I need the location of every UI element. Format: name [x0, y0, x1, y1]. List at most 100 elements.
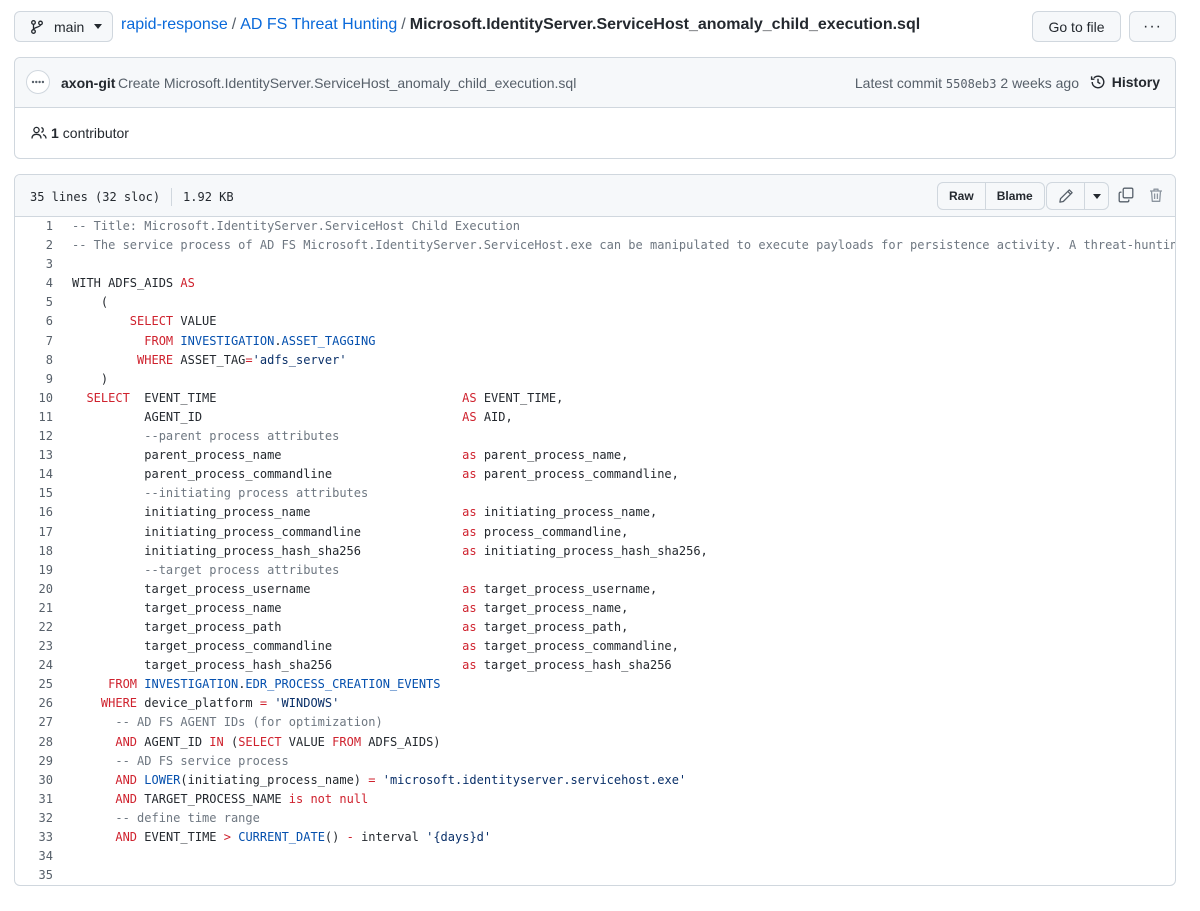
- edit-file-button[interactable]: [1047, 183, 1084, 209]
- blame-button[interactable]: Blame: [984, 183, 1044, 209]
- line-number[interactable]: 1: [15, 217, 53, 236]
- line-number[interactable]: 24: [15, 656, 53, 675]
- line-number[interactable]: 4: [15, 274, 53, 293]
- line-number[interactable]: 10: [15, 389, 53, 408]
- line-number[interactable]: 28: [15, 733, 53, 752]
- breadcrumb-repo-link[interactable]: rapid-response: [121, 16, 228, 33]
- code-line: 10 SELECT EVENT_TIME AS EVENT_TIME,: [15, 389, 1175, 408]
- code-token: target_process_path: [72, 619, 463, 634]
- line-content: WHERE device_platform = 'WINDOWS': [53, 694, 339, 713]
- code-token: parent_process_commandline: [72, 467, 463, 482]
- line-number[interactable]: 21: [15, 599, 53, 618]
- file-size: 1.92 KB: [183, 190, 234, 204]
- git-branch-icon: [29, 19, 45, 35]
- latest-commit-label: Latest commit: [854, 75, 943, 91]
- code-line: 24 target_process_hash_sha256 as target_…: [15, 656, 1175, 675]
- code-token: AS: [180, 276, 195, 291]
- line-number[interactable]: 8: [15, 351, 53, 370]
- line-number[interactable]: 26: [15, 694, 53, 713]
- commit-message-link[interactable]: Create Microsoft.IdentityServer.ServiceH…: [118, 75, 576, 91]
- code-token: INVESTIGATION: [180, 333, 275, 348]
- code-line: 8 WHERE ASSET_TAG='adfs_server': [15, 351, 1175, 370]
- people-icon: [31, 126, 47, 139]
- line-number[interactable]: 22: [15, 618, 53, 637]
- contributors-summary[interactable]: 1 contributor: [31, 125, 129, 141]
- branch-name: main: [54, 18, 85, 35]
- file-info: 35 lines (32 sloc) 1.92 KB: [30, 188, 234, 206]
- code-line: 20 target_process_username as target_pro…: [15, 580, 1175, 599]
- line-number[interactable]: 15: [15, 484, 53, 503]
- line-number[interactable]: 13: [15, 446, 53, 465]
- code-token: IN: [209, 734, 224, 749]
- line-content: initiating_process_commandline as proces…: [53, 523, 628, 542]
- line-content: [53, 255, 72, 274]
- commit-author-link[interactable]: axon-git: [61, 75, 115, 91]
- line-number[interactable]: 9: [15, 370, 53, 389]
- line-number[interactable]: 18: [15, 542, 53, 561]
- line-number[interactable]: 32: [15, 809, 53, 828]
- breadcrumb-folder-link[interactable]: AD FS Threat Hunting: [240, 16, 397, 33]
- line-number[interactable]: 20: [15, 580, 53, 599]
- line-number[interactable]: 16: [15, 503, 53, 522]
- avatar[interactable]: [26, 70, 50, 94]
- history-label: History: [1111, 74, 1160, 90]
- copy-icon[interactable]: [1118, 187, 1134, 208]
- code-line: 21 target_process_name as target_process…: [15, 599, 1175, 618]
- raw-button[interactable]: Raw: [938, 183, 985, 209]
- commit-sha-link[interactable]: 5508eb3: [946, 77, 997, 91]
- file-line-count: 35 lines (32 sloc): [30, 190, 161, 204]
- code-token: as: [462, 600, 477, 615]
- line-number[interactable]: 11: [15, 408, 53, 427]
- line-number[interactable]: 27: [15, 713, 53, 732]
- more-options-button[interactable]: ···: [1129, 11, 1176, 42]
- line-number[interactable]: 34: [15, 847, 53, 866]
- line-number[interactable]: 35: [15, 866, 53, 885]
- line-number[interactable]: 29: [15, 752, 53, 771]
- line-content: [53, 847, 72, 866]
- code-line: 13 parent_process_name as parent_process…: [15, 446, 1175, 465]
- edit-options-dropdown[interactable]: [1084, 183, 1108, 209]
- branch-selector-button[interactable]: main: [14, 11, 113, 42]
- code-token: 'microsoft.identityserver.servicehost.ex…: [382, 772, 687, 787]
- code-token: as: [462, 524, 477, 539]
- code-token: initiating_process_name,: [476, 505, 658, 520]
- chevron-down-icon: [1092, 193, 1101, 199]
- code-token: initiating_process_name: [72, 505, 463, 520]
- code-token: AGENT_ID: [137, 734, 210, 749]
- history-link[interactable]: History: [1090, 74, 1160, 90]
- line-number[interactable]: 6: [15, 312, 53, 331]
- code-token: FROM: [108, 677, 138, 692]
- code-table: 1 -- Title: Microsoft.IdentityServer.Serv…: [15, 217, 1175, 885]
- code-token: (: [223, 734, 239, 749]
- line-number[interactable]: 33: [15, 828, 53, 847]
- line-number[interactable]: 30: [15, 771, 53, 790]
- code-line: 23 target_process_commandline as target_…: [15, 637, 1175, 656]
- code-token: AS: [462, 390, 477, 405]
- line-content: WITH ADFS_AIDS AS: [53, 274, 195, 293]
- line-number[interactable]: 31: [15, 790, 53, 809]
- line-content: FROM INVESTIGATION.ASSET_TAGGING: [53, 332, 375, 351]
- go-to-file-button[interactable]: Go to file: [1032, 11, 1121, 42]
- code-token: AID,: [476, 409, 513, 424]
- line-number[interactable]: 12: [15, 427, 53, 446]
- line-number[interactable]: 2: [15, 236, 53, 255]
- line-number[interactable]: 17: [15, 523, 53, 542]
- line-number[interactable]: 14: [15, 465, 53, 484]
- line-number[interactable]: 3: [15, 255, 53, 274]
- code-token: =: [259, 696, 268, 711]
- line-number[interactable]: 19: [15, 561, 53, 580]
- line-number[interactable]: 5: [15, 293, 53, 312]
- code-token: interval: [353, 830, 427, 844]
- line-content: SELECT EVENT_TIME AS EVENT_TIME,: [53, 389, 563, 408]
- line-number[interactable]: 7: [15, 332, 53, 351]
- line-number[interactable]: 23: [15, 637, 53, 656]
- line-content: initiating_process_hash_sha256 as initia…: [53, 542, 708, 561]
- trash-icon[interactable]: [1148, 187, 1164, 208]
- code-token: ASSET_TAG: [173, 352, 246, 367]
- chevron-down-icon: [94, 24, 103, 29]
- code-line: 4 WITH ADFS_AIDS AS: [15, 274, 1175, 293]
- line-content: AGENT_ID AS AID,: [53, 408, 513, 427]
- code-line: 9 ): [15, 370, 1175, 389]
- line-number[interactable]: 25: [15, 675, 53, 694]
